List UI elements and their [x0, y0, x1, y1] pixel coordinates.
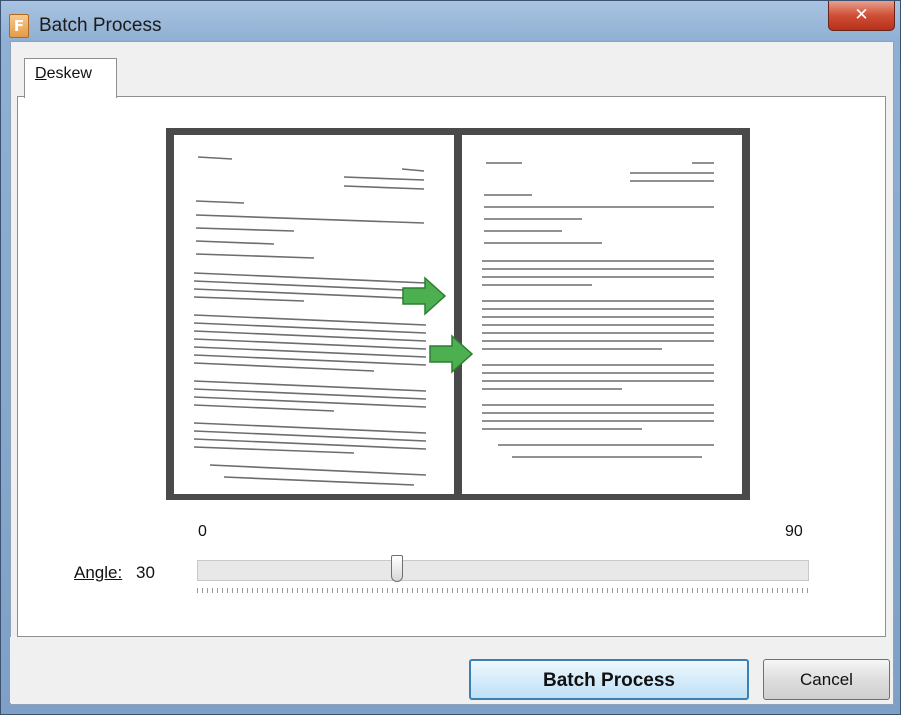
window-title: Batch Process	[39, 15, 162, 36]
slider-ticks	[197, 588, 809, 593]
straightened-document-icon	[462, 135, 742, 494]
close-button[interactable]: ✕	[828, 1, 895, 31]
green-arrow-icon	[429, 334, 474, 374]
green-arrow-icon	[402, 276, 447, 316]
slider-max-label: 90	[785, 523, 803, 540]
app-icon: F	[9, 14, 29, 38]
dialog-footer	[10, 637, 892, 703]
slider-min-label: 0	[198, 523, 207, 540]
tab-deskew[interactable]: Deskew	[24, 58, 117, 98]
tab-deskew-label: Deskew	[35, 65, 92, 82]
angle-label-text: Angle:	[74, 563, 123, 582]
title-bar[interactable]: F Batch Process ✕	[1, 1, 900, 41]
angle-slider-thumb[interactable]	[391, 555, 403, 582]
close-icon: ✕	[854, 5, 869, 25]
angle-slider-track[interactable]	[197, 560, 809, 581]
batch-process-button[interactable]: Batch Process	[469, 659, 749, 700]
cancel-button[interactable]: Cancel	[763, 659, 890, 700]
cancel-button-label: Cancel	[800, 670, 853, 689]
angle-value: 30	[136, 563, 155, 582]
angle-label: Angle:	[74, 563, 122, 583]
